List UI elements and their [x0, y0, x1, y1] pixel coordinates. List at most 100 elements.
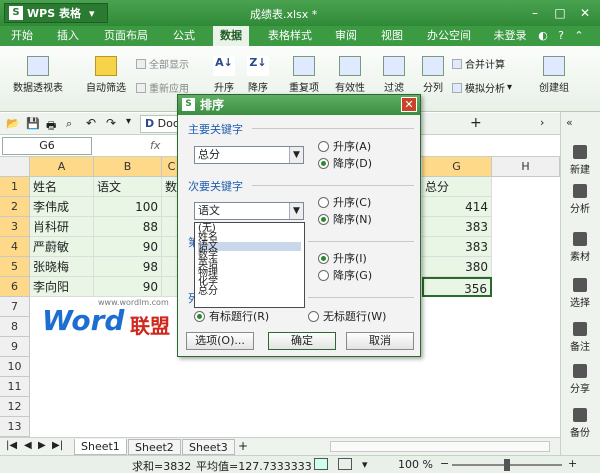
menu-home[interactable]: 开始	[6, 26, 38, 46]
has-header-radio[interactable]: 有标题行(R)	[194, 308, 269, 324]
login-link[interactable]: 未登录	[490, 26, 530, 46]
cell[interactable]: 姓名	[30, 177, 94, 197]
app-menu-button[interactable]: S WPS 表格 ▾	[4, 3, 108, 23]
cell[interactable]: 90	[94, 277, 162, 297]
more-icon[interactable]: ▾	[126, 116, 131, 127]
menu-insert[interactable]: 插入	[52, 26, 84, 46]
panel-material-button[interactable]: 素材	[560, 232, 600, 263]
duplicates-button[interactable]: 重复项	[284, 56, 324, 94]
menu-data[interactable]: 数据	[213, 26, 249, 46]
third-desc-radio[interactable]: 降序(G)	[318, 267, 372, 283]
cell[interactable]: 383	[422, 217, 492, 237]
prev-sheet-icon[interactable]: ◀	[24, 440, 32, 451]
pivot-table-button[interactable]: 数据透视表	[6, 56, 70, 94]
chevron-down-icon[interactable]: ▼	[289, 203, 303, 219]
cell[interactable]: 383	[422, 237, 492, 257]
help-icon[interactable]: ?	[554, 26, 568, 46]
scroll-tab-right-icon[interactable]: ›	[540, 116, 544, 129]
undo-icon[interactable]: ↶	[86, 116, 96, 130]
secondary-key-dropdown[interactable]: (无) 姓名 语文 数学 英语 物理 化学 总分	[194, 222, 305, 308]
close-icon[interactable]: ✕	[575, 4, 595, 22]
no-header-radio[interactable]: 无标题行(W)	[308, 308, 386, 324]
cell[interactable]: 张晓梅	[30, 257, 94, 277]
menu-table-style[interactable]: 表格样式	[262, 26, 318, 46]
third-asc-radio[interactable]: 升序(I)	[318, 250, 367, 266]
cell[interactable]: 414	[422, 197, 492, 217]
secondary-desc-radio[interactable]: 降序(N)	[318, 211, 372, 227]
page-break-view-icon[interactable]	[338, 458, 352, 470]
skin-icon[interactable]: ◐	[536, 26, 550, 46]
sheet-tab[interactable]: Sheet2	[128, 439, 181, 455]
panel-backup-button[interactable]: 备份	[560, 408, 600, 439]
ok-button[interactable]: 确定	[268, 332, 336, 350]
row-header[interactable]: 9	[0, 337, 30, 357]
horizontal-scrollbar[interactable]	[330, 441, 550, 452]
row-header[interactable]: 5	[0, 257, 30, 277]
maximize-icon[interactable]: □	[550, 4, 570, 22]
preview-icon[interactable]: ⌕	[66, 117, 72, 131]
panel-share-button[interactable]: 分享	[560, 364, 600, 395]
row-header[interactable]: 11	[0, 377, 30, 397]
column-header[interactable]: G	[422, 157, 492, 177]
cell[interactable]: 90	[94, 237, 162, 257]
zoom-slider-thumb[interactable]	[504, 459, 510, 471]
next-sheet-icon[interactable]: ▶	[38, 440, 46, 451]
last-sheet-icon[interactable]: ▶|	[52, 440, 63, 451]
normal-view-icon[interactable]	[314, 458, 328, 470]
panel-select-button[interactable]: 选择	[560, 278, 600, 309]
cell[interactable]: 严蔚敏	[30, 237, 94, 257]
fx-icon[interactable]: fx	[150, 139, 160, 152]
collapse-ribbon-icon[interactable]: ⌃	[572, 26, 586, 46]
cell[interactable]: 380	[422, 257, 492, 277]
print-icon[interactable]: 🖶	[46, 117, 56, 136]
minimize-icon[interactable]: –	[525, 4, 545, 22]
row-header[interactable]: 2	[0, 197, 30, 217]
dialog-close-button[interactable]: ✕	[401, 97, 417, 112]
doc-tab[interactable]: D Doc	[140, 115, 180, 133]
column-header[interactable]: A	[30, 157, 94, 177]
column-header[interactable]: H	[492, 157, 560, 177]
row-header[interactable]: 6	[0, 277, 30, 297]
panel-analysis-button[interactable]: 分析	[560, 184, 600, 215]
row-header[interactable]: 7	[0, 297, 30, 317]
split-button[interactable]: 分列	[418, 56, 448, 94]
primary-asc-radio[interactable]: 升序(A)	[318, 138, 371, 154]
auto-filter-button[interactable]: 自动筛选	[82, 56, 130, 94]
chevron-down-icon[interactable]: ▼	[289, 147, 303, 163]
zoom-in-icon[interactable]: +	[568, 457, 577, 470]
new-tab-icon[interactable]: +	[470, 115, 482, 131]
menu-formula[interactable]: 公式	[168, 26, 200, 46]
sort-desc-button[interactable]: Z↓ 降序	[242, 56, 274, 94]
row-header[interactable]: 8	[0, 317, 30, 337]
secondary-asc-radio[interactable]: 升序(C)	[318, 194, 371, 210]
row-header[interactable]: 3	[0, 217, 30, 237]
menu-review[interactable]: 审阅	[330, 26, 362, 46]
validity-button[interactable]: 有效性	[330, 56, 370, 94]
select-all-corner[interactable]	[0, 157, 30, 177]
cell[interactable]: 98	[94, 257, 162, 277]
secondary-key-select[interactable]: 语文 ▼	[194, 202, 304, 220]
row-header[interactable]: 1	[0, 177, 30, 197]
active-cell[interactable]: 356	[422, 277, 492, 297]
cell[interactable]: 总分	[422, 177, 492, 197]
cell[interactable]: 李伟成	[30, 197, 94, 217]
row-header[interactable]: 13	[0, 417, 30, 437]
save-icon[interactable]: 💾	[26, 117, 40, 130]
row-header[interactable]: 4	[0, 237, 30, 257]
sheet-tab[interactable]: Sheet1	[74, 439, 127, 455]
sheet-tab[interactable]: Sheet3	[182, 439, 235, 455]
panel-new-button[interactable]: 新建	[560, 145, 600, 176]
cell[interactable]: 肖科研	[30, 217, 94, 237]
zoom-out-icon[interactable]: −	[440, 457, 449, 470]
cell[interactable]: 语文	[94, 177, 162, 197]
view-mode-dropdown-icon[interactable]: ▾	[362, 458, 368, 471]
options-button[interactable]: 选项(O)...	[186, 332, 254, 350]
dropdown-option[interactable]: 总分	[198, 287, 301, 297]
row-header[interactable]: 10	[0, 357, 30, 377]
cell[interactable]: 李向阳	[30, 277, 94, 297]
show-all-button[interactable]: 全部显示	[136, 56, 189, 71]
open-folder-icon[interactable]: 📂	[6, 117, 20, 130]
column-header[interactable]: B	[94, 157, 162, 177]
primary-desc-radio[interactable]: 降序(D)	[318, 155, 372, 171]
add-sheet-icon[interactable]: +	[238, 439, 248, 453]
